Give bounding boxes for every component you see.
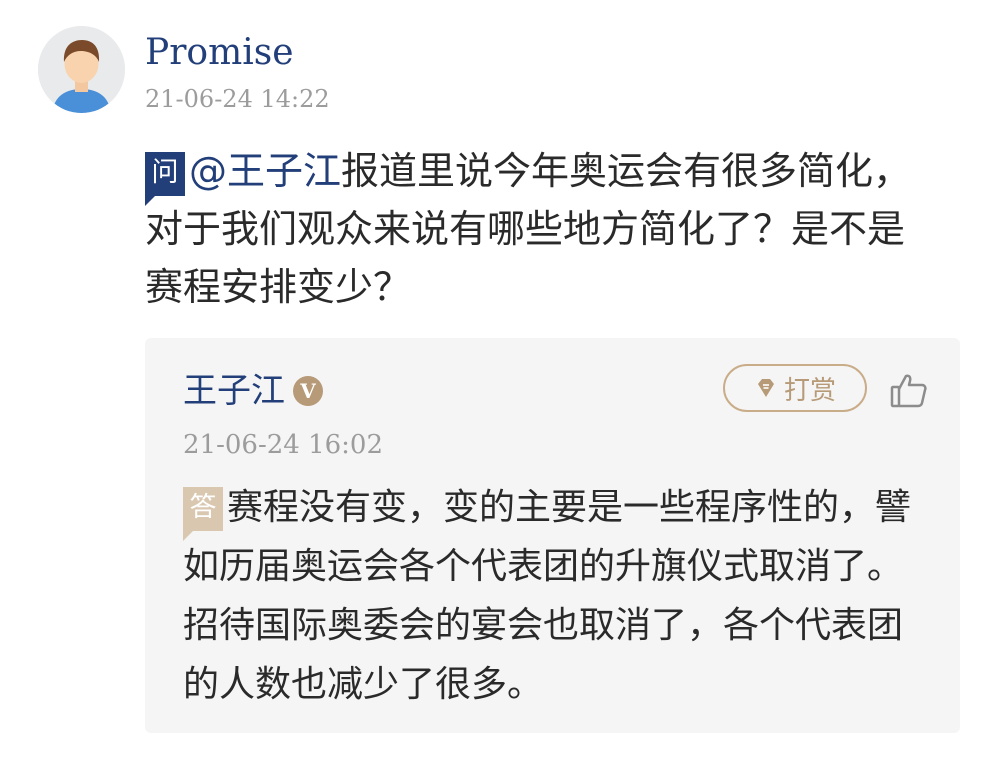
avatar[interactable]: [38, 26, 125, 113]
answer-author-row: 王子江 V: [183, 370, 323, 412]
question-timestamp: 21-06-24 14:22: [145, 85, 330, 113]
question-text-block: 问 @王子江报道里说今年奥运会有很多简化，对于我们观众来说有哪些地方简化了？是不是…: [145, 142, 915, 316]
thumbs-up-icon[interactable]: [889, 370, 929, 410]
avatar-icon: [38, 26, 125, 113]
tip-gem-icon: [757, 379, 774, 397]
tip-button[interactable]: 打赏: [723, 364, 867, 412]
answer-body: 赛程没有变，变的主要是一些程序性的，譬如历届奥运会各个代表团的升旗仪式取消了。招…: [183, 487, 912, 705]
answer-card: 王子江 V 打赏 21-06-24 16:02 答赛程没有变，变的主要是一些程序…: [145, 338, 960, 733]
tip-label: 打赏: [783, 375, 836, 406]
verified-badge-icon: V: [293, 376, 323, 406]
mention-link[interactable]: @王子江: [189, 149, 341, 193]
answer-text-block: 答赛程没有变，变的主要是一些程序性的，譬如历届奥运会各个代表团的升旗仪式取消了。…: [183, 478, 923, 714]
question-badge: 问: [145, 152, 185, 206]
answer-timestamp: 21-06-24 16:02: [183, 430, 384, 460]
question-author[interactable]: Promise: [145, 30, 294, 76]
answer-badge: 答: [183, 487, 223, 541]
answer-author[interactable]: 王子江: [183, 370, 285, 412]
